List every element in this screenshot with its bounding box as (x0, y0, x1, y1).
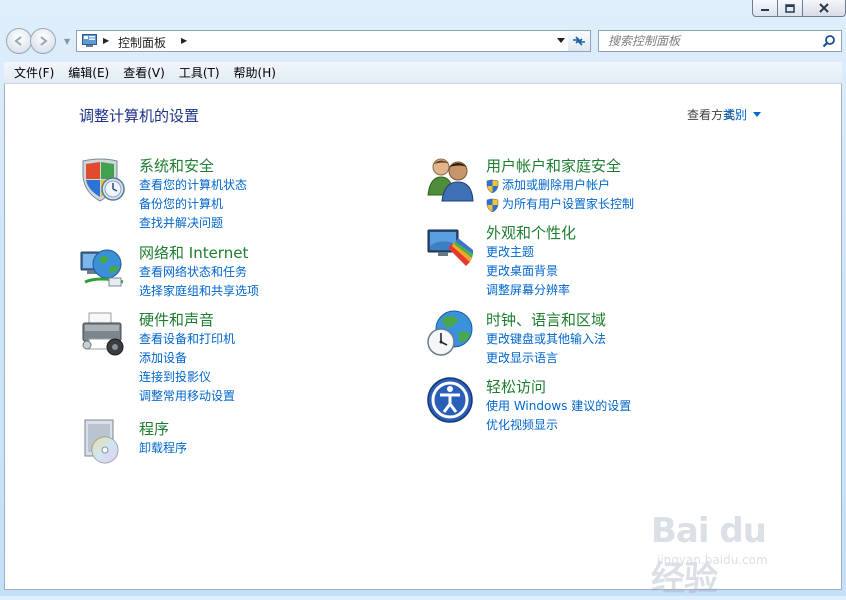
category-links: 卸载程序 (139, 439, 187, 458)
minimize-icon (761, 9, 769, 11)
category-title[interactable]: 用户帐户和家庭安全 (486, 155, 621, 176)
category-title[interactable]: 系统和安全 (139, 155, 214, 176)
link-parental-controls[interactable]: 为所有用户设置家长控制 (486, 195, 634, 214)
address-bar[interactable]: ▶ 控制面板 ▶ (76, 30, 570, 52)
link-desktop-background[interactable]: 更改桌面背景 (486, 262, 570, 281)
user-accounts-icon (427, 158, 474, 202)
category-title[interactable]: 网络和 Internet (139, 242, 248, 263)
uac-shield-icon (486, 179, 499, 193)
breadcrumb-separator-icon[interactable]: ▶ (181, 36, 187, 45)
link-label: 添加或删除用户帐户 (502, 178, 611, 192)
link-mobility-settings[interactable]: 调整常用移动设置 (139, 387, 235, 406)
menu-file[interactable]: 文件(F) (8, 64, 60, 81)
search-box[interactable] (598, 30, 842, 52)
link-change-display-language[interactable]: 更改显示语言 (486, 349, 606, 368)
maximize-button[interactable] (778, 0, 803, 17)
link-connect-projector[interactable]: 连接到投影仪 (139, 368, 235, 387)
view-by-value: 类别 (722, 108, 747, 122)
category-links: 查看设备和打印机 添加设备 连接到投影仪 调整常用移动设置 (139, 330, 235, 406)
link-add-device[interactable]: 添加设备 (139, 349, 235, 368)
close-button[interactable] (803, 0, 846, 17)
link-troubleshoot[interactable]: 查找并解决问题 (139, 214, 247, 233)
menu-tools[interactable]: 工具(T) (173, 64, 226, 81)
category-title[interactable]: 轻松访问 (486, 376, 546, 397)
menu-help[interactable]: 帮助(H) (228, 64, 282, 81)
page-title: 调整计算机的设置 (79, 107, 200, 125)
category-links: 更改主题 更改桌面背景 调整屏幕分辨率 (486, 243, 570, 300)
link-optimize-visual-display[interactable]: 优化视频显示 (486, 416, 631, 435)
baidu-watermark: Bai du 经验 jingyan.baidu.com (651, 511, 801, 599)
category-links: 更改键盘或其他输入法 更改显示语言 (486, 330, 606, 368)
menu-view[interactable]: 查看(V) (117, 64, 171, 81)
category-title[interactable]: 程序 (139, 418, 169, 439)
back-arrow-icon (14, 36, 22, 46)
category-links: 查看您的计算机状态 备份您的计算机 查找并解决问题 (139, 176, 247, 233)
clock-globe-icon (427, 310, 473, 356)
link-screen-resolution[interactable]: 调整屏幕分辨率 (486, 281, 570, 300)
content-pane: 调整计算机的设置 查看方式: 类别 系统和安全 查看您的计算机状态 备份您的计算… (4, 84, 842, 599)
link-homegroup-sharing[interactable]: 选择家庭组和共享选项 (139, 282, 259, 301)
forward-button[interactable] (30, 28, 56, 54)
link-add-remove-accounts[interactable]: 添加或删除用户帐户 (486, 176, 634, 195)
recent-pages-dropdown[interactable]: ▼ (64, 37, 70, 46)
category-links: 使用 Windows 建议的设置 优化视频显示 (486, 397, 631, 435)
category-title[interactable]: 硬件和声音 (139, 309, 214, 330)
link-backup-computer[interactable]: 备份您的计算机 (139, 195, 247, 214)
minimize-button[interactable] (752, 0, 778, 17)
appearance-icon (427, 229, 473, 266)
breadcrumb-control-panel[interactable]: 控制面板 (118, 34, 166, 51)
search-icon[interactable] (822, 34, 836, 48)
chevron-down-icon (753, 112, 761, 117)
search-input[interactable] (608, 33, 808, 49)
link-label: 为所有用户设置家长控制 (502, 197, 635, 211)
category-title[interactable]: 外观和个性化 (486, 222, 576, 243)
control-panel-icon (82, 34, 97, 47)
link-network-status[interactable]: 查看网络状态和任务 (139, 263, 259, 282)
refresh-icon (573, 36, 585, 46)
breadcrumb-separator-icon[interactable]: ▶ (103, 36, 109, 45)
category-links: 添加或删除用户帐户 为所有用户设置家长控制 (486, 176, 634, 214)
programs-icon (84, 419, 119, 464)
forward-arrow-icon (40, 36, 48, 46)
link-view-computer-status[interactable]: 查看您的计算机状态 (139, 176, 247, 195)
link-uninstall-program[interactable]: 卸载程序 (139, 439, 187, 458)
system-security-icon (82, 158, 125, 202)
link-change-input-method[interactable]: 更改键盘或其他输入法 (486, 330, 606, 349)
view-by-dropdown[interactable]: 类别 (723, 106, 761, 123)
menu-edit[interactable]: 编辑(E) (62, 64, 115, 81)
uac-shield-icon (486, 198, 499, 212)
refresh-button[interactable] (568, 30, 591, 52)
ease-of-access-icon (427, 377, 473, 423)
address-dropdown-icon[interactable] (557, 38, 565, 43)
watermark-url: jingyan.baidu.com (657, 553, 768, 567)
navigation-bar: ▼ ▶ 控制面板 ▶ (6, 28, 842, 56)
link-recommended-settings[interactable]: 使用 Windows 建议的设置 (486, 397, 631, 416)
window-caption-buttons (752, 0, 846, 17)
link-change-theme[interactable]: 更改主题 (486, 243, 570, 262)
hardware-printer-icon (82, 312, 124, 356)
menu-bar: 文件(F) 编辑(E) 查看(V) 工具(T) 帮助(H) (4, 62, 842, 84)
category-title[interactable]: 时钟、语言和区域 (486, 309, 606, 330)
close-icon (819, 3, 829, 13)
network-icon (80, 249, 124, 287)
maximize-icon (785, 3, 795, 13)
category-links: 查看网络状态和任务 选择家庭组和共享选项 (139, 263, 259, 301)
link-devices-printers[interactable]: 查看设备和打印机 (139, 330, 235, 349)
back-button[interactable] (6, 28, 32, 54)
